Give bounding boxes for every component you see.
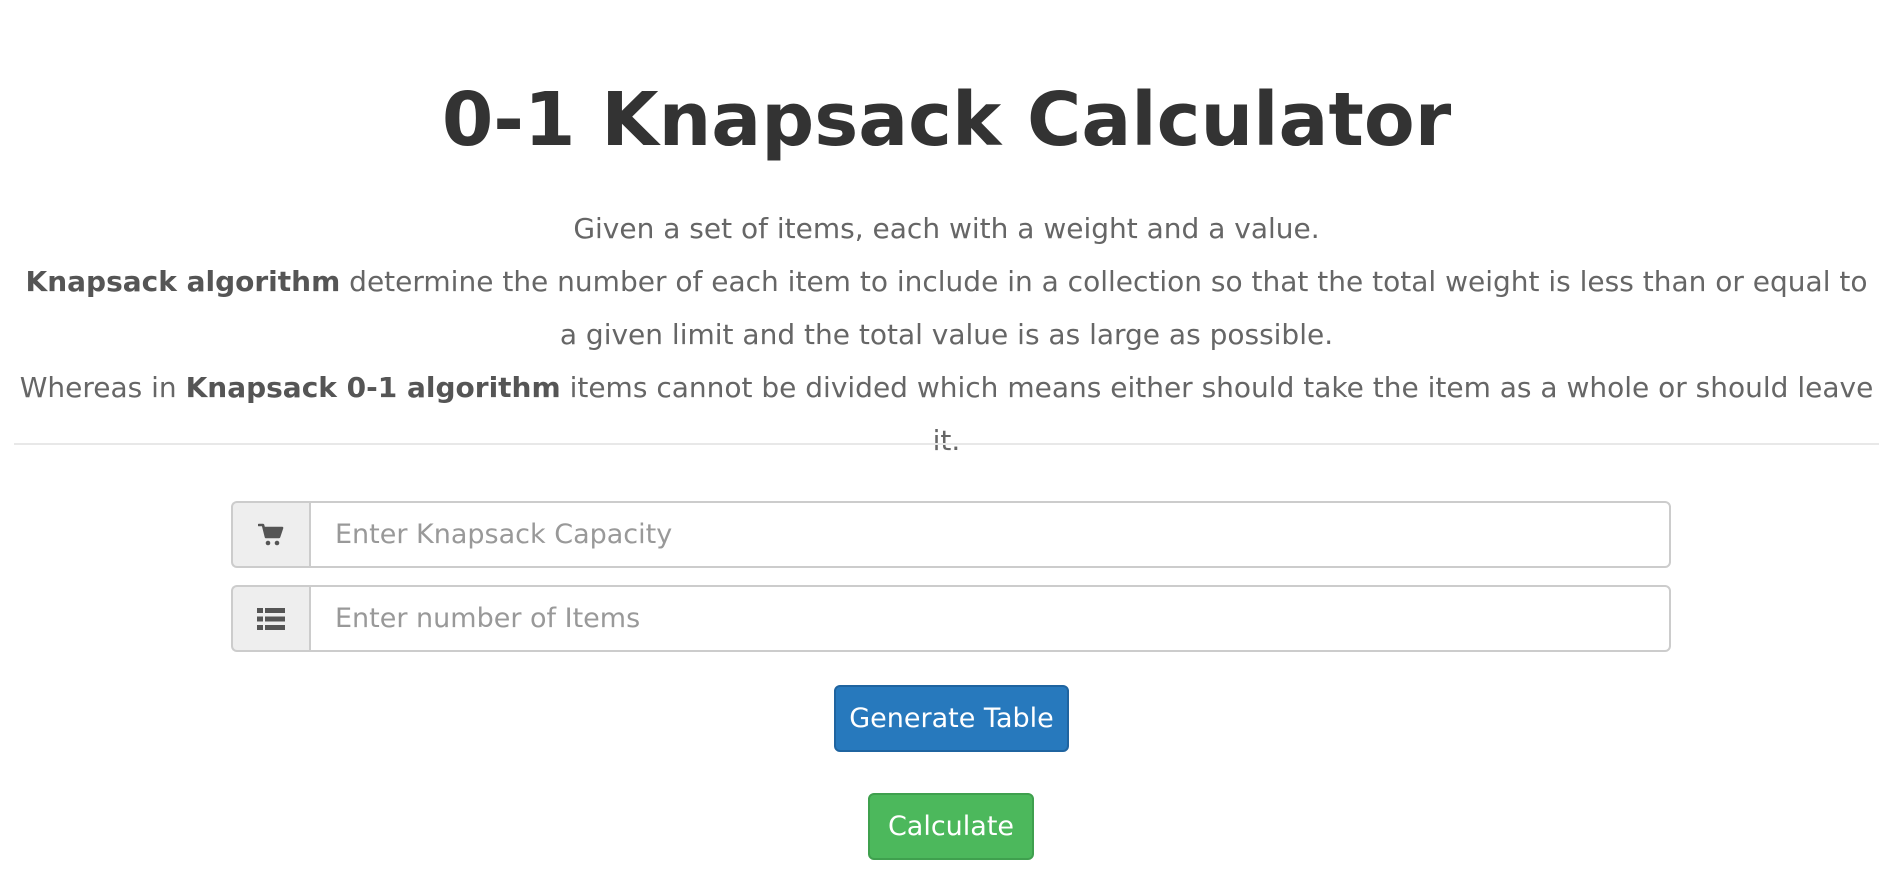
capacity-input-group [231,501,1671,568]
divider [14,443,1879,445]
description-line-3: Whereas in Knapsack 0-1 algorithm items … [14,361,1879,467]
description: Given a set of items, each with a weight… [14,202,1879,467]
number-of-items-input[interactable] [309,585,1671,652]
description-line-3-start: Whereas in [19,371,186,404]
description-line-2-text: determine the number of each item to inc… [340,265,1868,351]
knapsack-01-algorithm-term: Knapsack 0-1 algorithm [185,371,561,404]
page-title: 0-1 Knapsack Calculator [441,77,1452,163]
description-line-1: Given a set of items, each with a weight… [573,212,1320,245]
knapsack-capacity-input[interactable] [309,501,1671,568]
description-line-2: Knapsack algorithm determine the number … [14,255,1879,361]
knapsack-algorithm-term: Knapsack algorithm [25,265,341,298]
calculate-button[interactable]: Calculate [868,793,1034,860]
shopping-cart-icon [231,501,309,568]
list-icon [231,585,309,652]
generate-table-button[interactable]: Generate Table [834,685,1069,752]
items-input-group [231,585,1671,652]
